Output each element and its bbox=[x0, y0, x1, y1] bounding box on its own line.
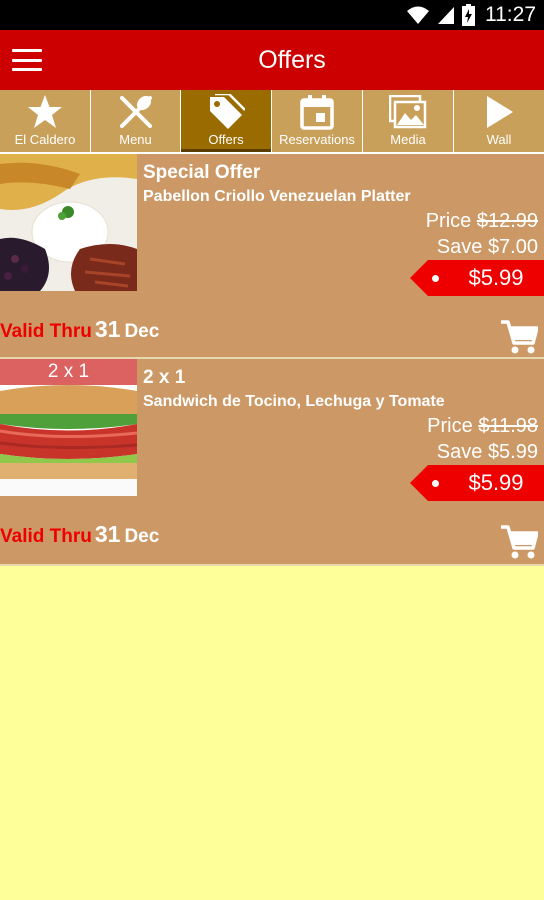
offer-image: 2 x 1 bbox=[0, 359, 137, 496]
save-label: Save bbox=[436, 441, 483, 463]
tag-icon bbox=[210, 94, 245, 129]
tab-label: Offers bbox=[208, 132, 244, 147]
signal-icon bbox=[438, 7, 454, 24]
valid-month: Dec bbox=[124, 526, 160, 547]
tab-label: Wall bbox=[486, 132, 512, 147]
tab-el-caldero[interactable]: El Caldero bbox=[0, 90, 91, 152]
valid-label: Valid Thru bbox=[0, 526, 92, 547]
price-tag[interactable]: $5.99 bbox=[410, 465, 544, 501]
valid-day: 31 bbox=[94, 316, 121, 342]
tab-wall[interactable]: Wall bbox=[454, 90, 544, 152]
offer-title: Special Offer bbox=[143, 162, 261, 183]
tab-menu[interactable]: Menu bbox=[91, 90, 181, 152]
tab-label: El Caldero bbox=[14, 132, 76, 147]
calendar-icon bbox=[300, 95, 334, 130]
offer-name: Pabellon Criollo Venezuelan Platter bbox=[143, 188, 411, 205]
save-amount: $5.99 bbox=[487, 441, 538, 463]
tab-bar: El Caldero Menu Offers Reservations Medi… bbox=[0, 90, 544, 154]
photos-icon bbox=[389, 95, 427, 129]
play-icon bbox=[487, 96, 513, 128]
status-time: 11:27 bbox=[485, 3, 536, 26]
fork-knife-icon bbox=[119, 95, 152, 128]
tab-label: Menu bbox=[119, 132, 152, 147]
page-title: Offers bbox=[258, 46, 326, 74]
status-bar: 11:27 bbox=[0, 0, 544, 30]
tab-label: Reservations bbox=[279, 132, 355, 147]
price-label: Price bbox=[425, 210, 472, 232]
offer-name: Sandwich de Tocino, Lechuga y Tomate bbox=[143, 393, 445, 410]
price-label: Price bbox=[427, 415, 473, 437]
final-price: $5.99 bbox=[468, 470, 524, 495]
valid-label: Valid Thru bbox=[0, 321, 92, 342]
shopping-cart-icon[interactable] bbox=[500, 524, 538, 560]
tab-label: Media bbox=[390, 132, 426, 147]
app-bar: Offers bbox=[0, 30, 544, 90]
original-price: $12.99 bbox=[476, 210, 538, 232]
offer-title: 2 x 1 bbox=[143, 367, 186, 388]
valid-thru: Valid Thru 31 Dec bbox=[0, 521, 159, 548]
save-line: Save $7.00 bbox=[437, 236, 538, 259]
tab-reservations[interactable]: Reservations bbox=[272, 90, 363, 152]
save-line: Save $5.99 bbox=[437, 441, 538, 464]
price-line: Price $12.99 bbox=[426, 210, 538, 233]
final-price: $5.99 bbox=[468, 265, 524, 290]
offer-image bbox=[0, 154, 137, 291]
price-tag[interactable]: $5.99 bbox=[410, 260, 544, 296]
offer-badge: 2 x 1 bbox=[0, 359, 137, 385]
offer-card[interactable]: Special Offer Pabellon Criollo Venezuela… bbox=[0, 154, 544, 359]
valid-month: Dec bbox=[124, 321, 160, 342]
star-icon bbox=[28, 95, 62, 128]
price-line: Price $11.98 bbox=[427, 415, 538, 438]
offer-card[interactable]: 2 x 1 2 x 1 Sandwich de Tocino, Lechuga … bbox=[0, 359, 544, 566]
original-price: $11.98 bbox=[478, 415, 538, 437]
wifi-icon bbox=[407, 6, 429, 24]
valid-day: 31 bbox=[94, 521, 121, 547]
save-amount: $7.00 bbox=[487, 236, 538, 258]
valid-thru: Valid Thru 31 Dec bbox=[0, 316, 159, 343]
battery-icon bbox=[462, 4, 475, 26]
status-icons: 11:27 bbox=[406, 0, 536, 30]
save-label: Save bbox=[436, 236, 483, 258]
tab-offers[interactable]: Offers bbox=[181, 90, 272, 152]
tab-media[interactable]: Media bbox=[363, 90, 454, 152]
shopping-cart-icon[interactable] bbox=[500, 319, 538, 355]
